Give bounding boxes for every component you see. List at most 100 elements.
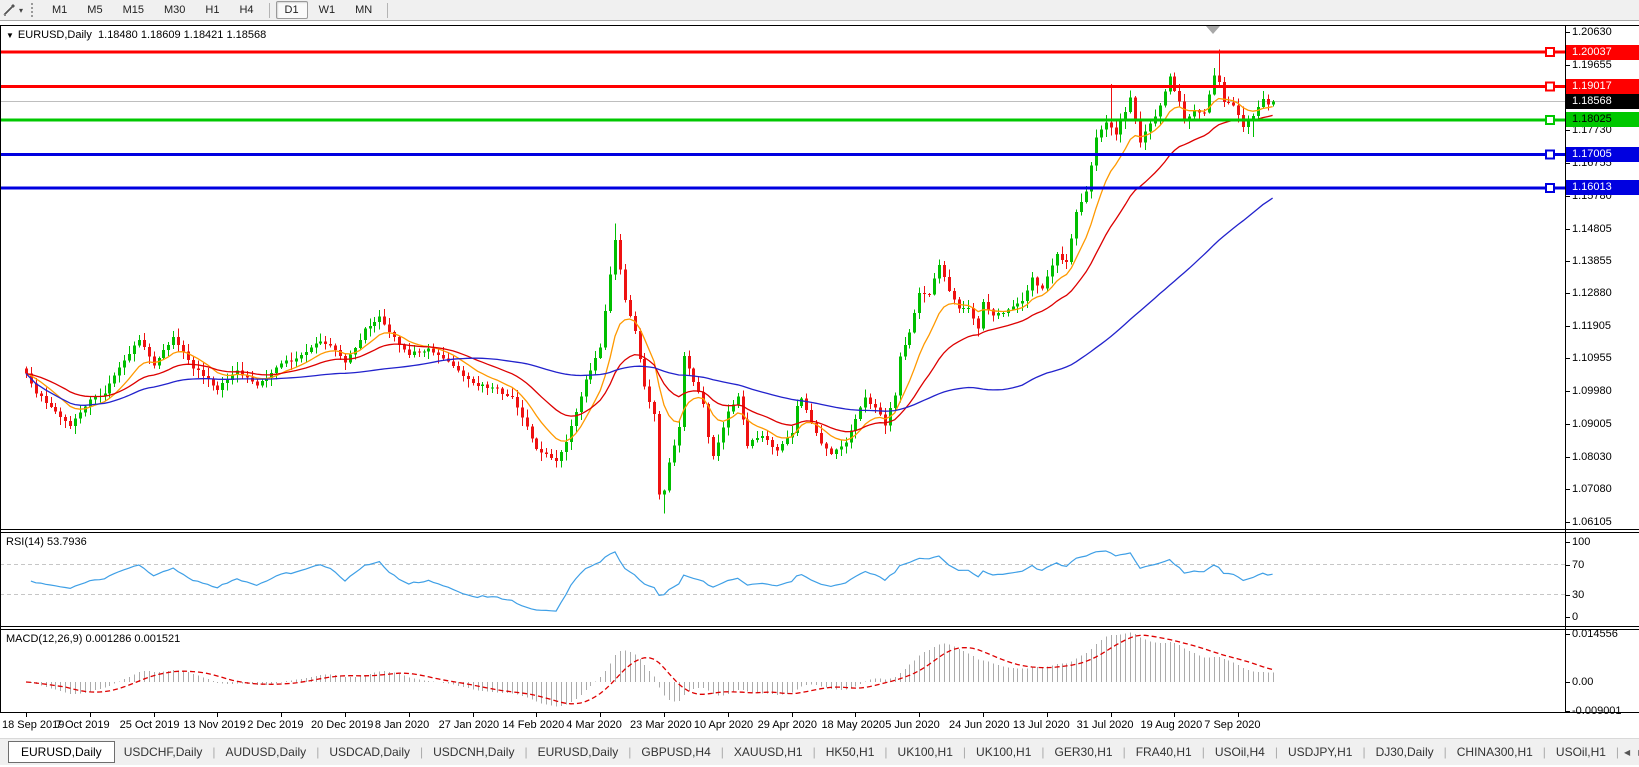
price-level-box[interactable]: 1.17005 (1566, 146, 1639, 162)
candle-body (531, 426, 534, 439)
date-axis-label: 8 Jan 2020 (374, 719, 430, 731)
date-axis-tick (408, 713, 410, 717)
candle-body (928, 293, 931, 295)
chart-tab-hk50-h1-8[interactable]: HK50,H1 (817, 740, 884, 765)
main-pane-bottom-border[interactable] (0, 529, 1639, 530)
candle-body (329, 343, 332, 346)
chart-canvas[interactable] (0, 25, 1565, 713)
rsi-axis-tick (1565, 617, 1570, 618)
candle-body (89, 399, 92, 407)
candle-body (506, 393, 509, 396)
rsi-line (30, 550, 1273, 612)
candle-body (280, 363, 283, 368)
candle-body (918, 292, 921, 313)
chart-tab-dj30-daily-15[interactable]: DJ30,Daily (1367, 740, 1443, 765)
chart-tab-audusd-daily-2[interactable]: AUDUSD,Daily (217, 740, 316, 765)
price-level-box[interactable]: 1.20037 (1566, 44, 1639, 60)
candle-body (216, 385, 219, 390)
macd-axis-label: 0.00 (1572, 676, 1594, 688)
macd-signal-line (25, 634, 1273, 705)
candle-body (678, 427, 681, 446)
price-axis-label: 1.08030 (1572, 451, 1612, 464)
candle-body (953, 290, 956, 300)
price-axis-tick (1565, 391, 1570, 393)
candle-body (648, 386, 651, 403)
rsi-pane-bottom-border[interactable] (0, 626, 1639, 627)
chart-tab-gbpusd-h4-6[interactable]: GBPUSD,H4 (632, 740, 719, 765)
price-axis-separator[interactable] (1565, 25, 1566, 713)
tab-scroll-right-button[interactable]: ▶ (1634, 748, 1639, 757)
timeframe-button-h4[interactable]: H4 (230, 1, 262, 19)
timeframe-button-m1[interactable]: M1 (43, 1, 76, 19)
rsi-axis-tick (1565, 542, 1570, 543)
price-axis-tick (1565, 457, 1570, 459)
date-axis-tick (1238, 713, 1240, 717)
timeframe-button-m15[interactable]: M15 (114, 1, 153, 19)
candle-body (423, 351, 426, 353)
chart-symbol-period: EURUSD,Daily (17, 29, 92, 41)
candle-body (756, 438, 759, 441)
candle-body (835, 449, 838, 455)
timeframe-button-d1[interactable]: D1 (275, 1, 308, 19)
timeframe-button-h1[interactable]: H1 (196, 1, 228, 19)
chart-tab-china300-h1-16[interactable]: CHINA300,H1 (1448, 740, 1542, 765)
rsi-label: RSI(14) 53.7936 (6, 536, 87, 548)
candle-body (859, 407, 862, 420)
timeframe-button-m5[interactable]: M5 (78, 1, 111, 19)
candle-body (1208, 94, 1211, 113)
price-axis-label: 1.06105 (1572, 516, 1612, 528)
candle-body (997, 313, 1000, 316)
tab-scroll-left-button[interactable]: ◀ (1620, 748, 1634, 757)
macd-pane-top-border (0, 629, 1639, 630)
candle-body (565, 441, 568, 452)
current-price-box: 1.18568 (1566, 94, 1639, 110)
chart-tab-usdjpy-h1-14[interactable]: USDJPY,H1 (1279, 740, 1361, 765)
candle-body (1272, 101, 1275, 105)
candle-body (300, 355, 303, 359)
chart-tab-uk100-h1-10[interactable]: UK100,H1 (967, 740, 1040, 765)
toolbar-grip[interactable] (31, 3, 36, 17)
chart-tab-usoil-h1-17[interactable]: USOil,H1 (1547, 740, 1615, 765)
collapse-triangle-icon[interactable]: ▼ (6, 31, 14, 40)
date-axis-label: 24 Jun 2020 (949, 719, 1010, 731)
chart-tab-usdchf-daily-1[interactable]: USDCHF,Daily (115, 740, 212, 765)
candle-body (1070, 238, 1073, 262)
candle-body (197, 368, 200, 371)
timeframe-button-w1[interactable]: W1 (310, 1, 345, 19)
candle-body (315, 343, 318, 348)
candle-body (938, 264, 941, 279)
chart-tab-fra40-h1-12[interactable]: FRA40,H1 (1127, 740, 1201, 765)
chart-tab-eurusd-daily-5[interactable]: EURUSD,Daily (529, 740, 628, 765)
chart-tab-xauusd-h1-7[interactable]: XAUUSD,H1 (725, 740, 812, 765)
chevron-down-icon[interactable]: ▾ (19, 6, 23, 15)
chart-tab-usdcad-daily-3[interactable]: USDCAD,Daily (320, 740, 419, 765)
candle-body (1262, 99, 1265, 107)
timeframe-button-mn[interactable]: MN (346, 1, 381, 19)
chart-shift-marker-icon[interactable] (1206, 26, 1220, 34)
candle-body (688, 355, 691, 369)
crosshair-tool-button[interactable]: ▾ (0, 1, 27, 19)
candle-body (658, 413, 661, 495)
price-level-box[interactable]: 1.18025 (1566, 112, 1639, 128)
date-axis-label: 20 Dec 2019 (311, 719, 374, 731)
chart-tab-ger30-h1-11[interactable]: GER30,H1 (1046, 740, 1122, 765)
candle-body (800, 398, 803, 406)
price-level-box[interactable]: 1.16013 (1566, 180, 1639, 196)
candle-body (1012, 306, 1015, 310)
candle-body (432, 348, 435, 353)
moving-average-slow (25, 197, 1273, 412)
candle-body (290, 360, 293, 362)
candle-body (869, 397, 872, 404)
candle-body (1232, 102, 1235, 106)
macd-label: MACD(12,26,9) 0.001286 0.001521 (6, 633, 181, 645)
price-level-box[interactable]: 1.19017 (1566, 78, 1639, 94)
chart-tab-usoil-h4-13[interactable]: USOil,H4 (1206, 740, 1274, 765)
candle-body (1159, 105, 1162, 117)
chart-tab-uk100-h1-9[interactable]: UK100,H1 (889, 740, 962, 765)
candle-body (413, 351, 416, 356)
date-axis-label: 7 Oct 2019 (55, 719, 110, 731)
candle-body (359, 339, 362, 348)
chart-tab-usdcnh-daily-4[interactable]: USDCNH,Daily (424, 740, 523, 765)
chart-tab-eurusd-daily-0[interactable]: EURUSD,Daily (8, 741, 115, 763)
timeframe-button-m30[interactable]: M30 (155, 1, 194, 19)
